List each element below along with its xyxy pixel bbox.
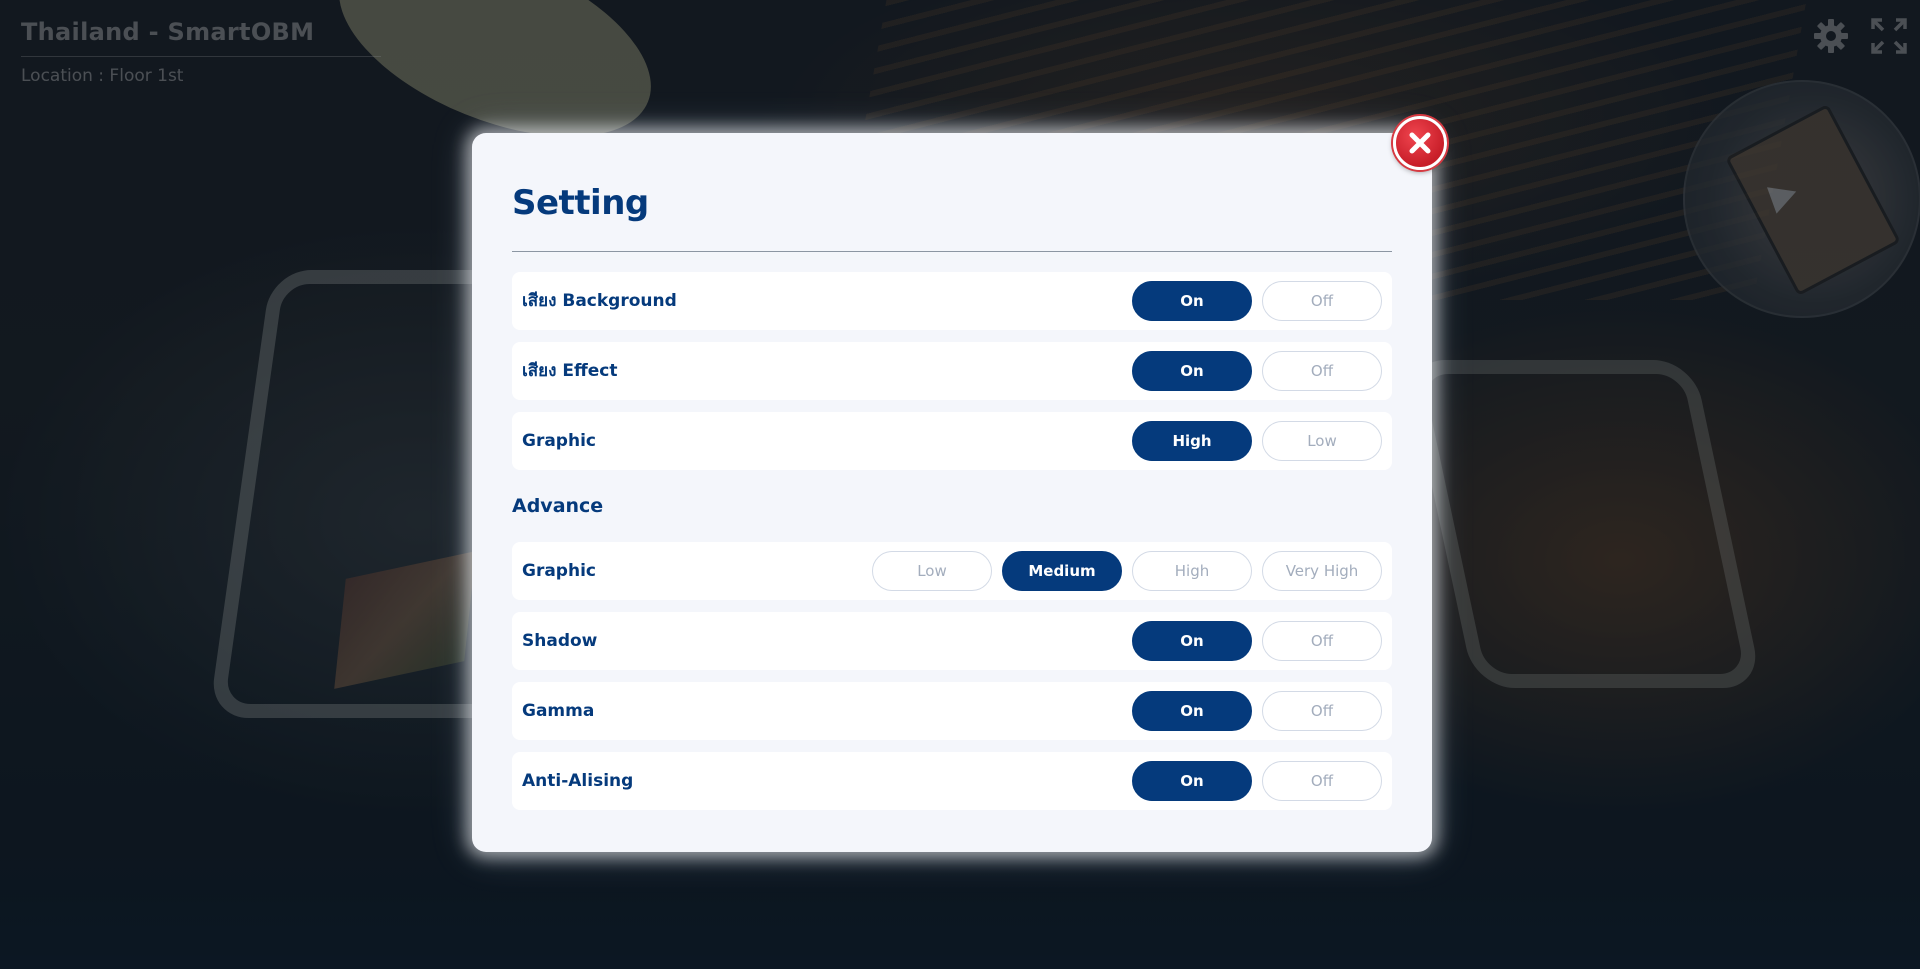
gamma-on-button[interactable]: On xyxy=(1132,691,1252,731)
anti-aliasing-on-button[interactable]: On xyxy=(1132,761,1252,801)
setting-row-advanced-graphic: Graphic Low Medium High Very High xyxy=(512,542,1392,600)
graphic-high-button[interactable]: High xyxy=(1132,421,1252,461)
advanced-graphic-medium-button[interactable]: Medium xyxy=(1002,551,1122,591)
setting-label: Anti-Alising xyxy=(522,771,634,791)
anti-aliasing-off-button[interactable]: Off xyxy=(1262,761,1382,801)
setting-row-anti-aliasing: Anti-Alising On Off xyxy=(512,752,1392,810)
dialog-title: Setting xyxy=(512,183,649,223)
advanced-graphic-low-button[interactable]: Low xyxy=(872,551,992,591)
shadow-off-button[interactable]: Off xyxy=(1262,621,1382,661)
advance-section-title: Advance xyxy=(512,495,604,517)
setting-label: Shadow xyxy=(522,631,598,651)
effect-sound-off-button[interactable]: Off xyxy=(1262,351,1382,391)
setting-row-shadow: Shadow On Off xyxy=(512,612,1392,670)
close-button[interactable] xyxy=(1393,116,1447,170)
gamma-off-button[interactable]: Off xyxy=(1262,691,1382,731)
setting-label: Gamma xyxy=(522,701,595,721)
setting-row-effect-sound: เสียง Effect On Off xyxy=(512,342,1392,400)
setting-row-graphic: Graphic High Low xyxy=(512,412,1392,470)
setting-label: เสียง Effect xyxy=(522,361,618,381)
shadow-on-button[interactable]: On xyxy=(1132,621,1252,661)
settings-dialog: Setting เสียง Background On Off เสียง Ef… xyxy=(472,133,1432,852)
effect-sound-on-button[interactable]: On xyxy=(1132,351,1252,391)
setting-label: Graphic xyxy=(522,431,596,451)
setting-label: เสียง Background xyxy=(522,291,677,311)
close-icon xyxy=(1409,132,1431,154)
background-sound-on-button[interactable]: On xyxy=(1132,281,1252,321)
background-sound-off-button[interactable]: Off xyxy=(1262,281,1382,321)
setting-label: Graphic xyxy=(522,561,596,581)
setting-row-background-sound: เสียง Background On Off xyxy=(512,272,1392,330)
graphic-low-button[interactable]: Low xyxy=(1262,421,1382,461)
advanced-graphic-very-high-button[interactable]: Very High xyxy=(1262,551,1382,591)
setting-row-gamma: Gamma On Off xyxy=(512,682,1392,740)
advanced-graphic-high-button[interactable]: High xyxy=(1132,551,1252,591)
title-divider xyxy=(512,251,1392,252)
